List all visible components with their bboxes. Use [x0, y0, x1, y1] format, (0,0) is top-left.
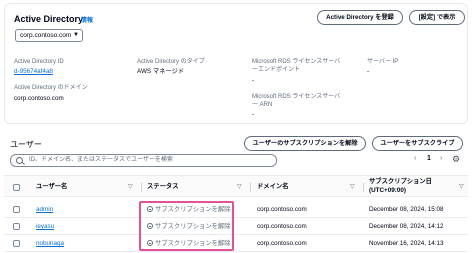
- table-row[interactable]: admin サブスクリプションを解除 corp.contoso.com Dece…: [4, 201, 468, 218]
- active-directory-panel: Active Directory 情報 Active Directory を登録…: [4, 3, 468, 124]
- subscription-date-cell: November 16, 2024, 14:13: [369, 240, 444, 247]
- info-link[interactable]: 情報: [81, 15, 93, 24]
- sort-icon[interactable]: ▽: [350, 183, 355, 190]
- view-in-settings-button[interactable]: [設定] で表示: [409, 10, 465, 25]
- user-search-input[interactable]: ID、ドメイン名、またはステータスでユーザーを検索: [10, 154, 277, 167]
- directory-domain-label: Active Directory のドメイン: [14, 85, 88, 91]
- users-section-title: ユーザー: [10, 140, 42, 149]
- domain-cell: corp.contoso.com: [257, 206, 307, 213]
- directory-type-label: Active Directory のタイプ: [137, 59, 205, 65]
- row-checkbox[interactable]: [13, 206, 20, 213]
- register-active-directory-button[interactable]: Active Directory を登録: [317, 10, 403, 25]
- column-divider: [363, 183, 364, 192]
- username-link[interactable]: ieyasu: [36, 218, 54, 235]
- domain-select[interactable]: corp.contoso.com ▼: [15, 29, 83, 42]
- column-header-subscription-date[interactable]: サブスクリプション日: [369, 178, 432, 186]
- chevron-down-icon: ▼: [73, 32, 79, 38]
- domain-cell: corp.contoso.com: [257, 223, 307, 230]
- row-checkbox[interactable]: [13, 240, 20, 247]
- rds-endpoint-label-line2: ーエンドポイント: [252, 67, 301, 73]
- table-row[interactable]: nobunaga サブスクリプションを解除 corp.contoso.com N…: [4, 235, 468, 252]
- directory-id-label: Active Directory ID: [14, 59, 64, 65]
- subscription-date-cell: December 08, 2024, 14:12: [369, 223, 444, 230]
- row-checkbox[interactable]: [13, 223, 20, 230]
- username-link[interactable]: nobunaga: [36, 235, 64, 252]
- directory-type-value: AWS マネージド: [137, 68, 185, 75]
- rds-arn-label: Microsoft RDS ライセンスサーバ: [252, 94, 341, 100]
- rds-arn-label-line2: ー ARN: [252, 102, 273, 108]
- column-divider: [141, 183, 142, 192]
- rds-arn-value: -: [252, 111, 255, 118]
- subscribe-users-button[interactable]: ユーザーをサブスクライブ: [372, 136, 463, 151]
- status-highlight-box: [139, 201, 234, 251]
- column-header-status[interactable]: ステータス: [147, 183, 178, 191]
- rds-endpoint-value: -: [252, 77, 255, 84]
- next-page-icon[interactable]: ›: [440, 155, 442, 162]
- gear-icon[interactable]: ⚙: [452, 154, 460, 165]
- sort-icon[interactable]: ▽: [128, 183, 133, 190]
- panel-title: Active Directory: [14, 14, 84, 24]
- rds-endpoint-label: Microsoft RDS ライセンスサーバ: [252, 59, 341, 65]
- domain-select-value: corp.contoso.com: [20, 32, 72, 39]
- column-header-domain[interactable]: ドメイン名: [257, 183, 288, 191]
- unsubscribe-users-button[interactable]: ユーザーのサブスクリプションを解除: [244, 136, 366, 151]
- server-ip-label: サーバー IP: [367, 59, 399, 65]
- sort-icon[interactable]: ▽: [237, 183, 242, 190]
- select-all-checkbox[interactable]: [13, 184, 20, 191]
- table-row[interactable]: ieyasu サブスクリプションを解除 corp.contoso.com Dec…: [4, 218, 468, 235]
- subscription-date-cell: December 08, 2024, 15:08: [369, 206, 444, 213]
- users-table-header: ユーザー名 ▽ ステータス ▽ ドメイン名 ▽ サブスクリプション日 (UTC+…: [4, 175, 468, 197]
- previous-page-icon[interactable]: ‹: [414, 155, 416, 162]
- server-ip-value: -: [367, 68, 370, 75]
- page-number[interactable]: 1: [427, 155, 431, 162]
- sort-icon[interactable]: ▽: [459, 183, 464, 190]
- username-link[interactable]: admin: [36, 201, 53, 218]
- column-header-subscription-date-tz: (UTC+09:00): [369, 187, 406, 194]
- column-header-username[interactable]: ユーザー名: [36, 183, 67, 191]
- column-divider: [250, 183, 251, 192]
- search-icon: [16, 157, 23, 164]
- directory-domain-value: corp.contoso.com: [14, 95, 64, 102]
- domain-cell: corp.contoso.com: [257, 240, 307, 247]
- directory-id-link[interactable]: d-95674af4a8: [14, 68, 53, 76]
- search-placeholder: ID、ドメイン名、またはステータスでユーザーを検索: [29, 157, 173, 163]
